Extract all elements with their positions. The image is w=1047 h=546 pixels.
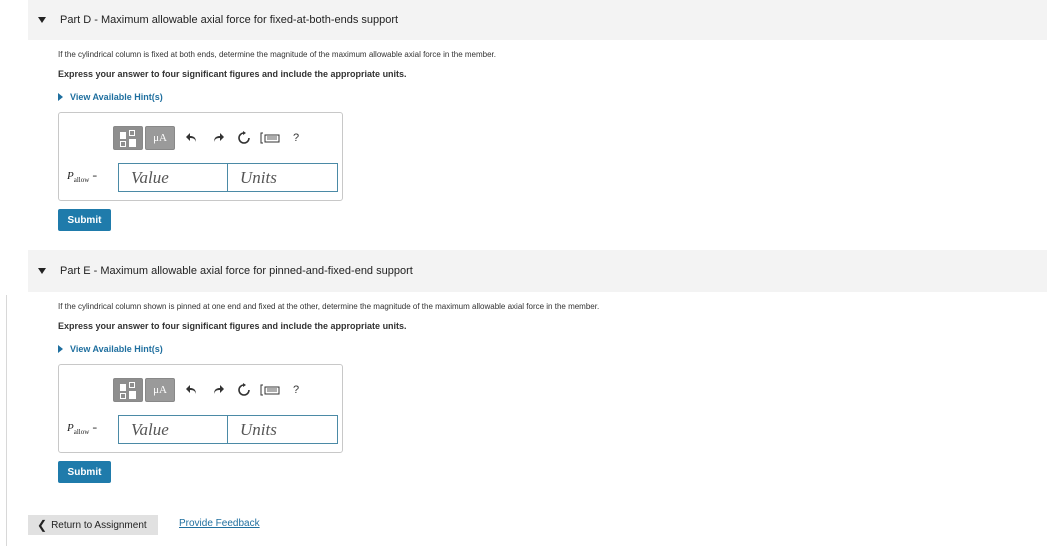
chevron-left-icon: ❮ xyxy=(37,518,48,532)
help-icon[interactable]: ? xyxy=(285,127,307,149)
return-to-assignment-button[interactable]: ❮ Return to Assignment xyxy=(28,515,158,535)
value-placeholder: Value xyxy=(131,167,169,187)
collapse-caret-icon[interactable] xyxy=(38,268,46,274)
part-d-header-bar[interactable]: Part D - Maximum allowable axial force f… xyxy=(28,0,1047,40)
part-d-title-text: Maximum allowable axial force for fixed-… xyxy=(100,14,399,26)
reset-icon[interactable] xyxy=(233,127,255,149)
part-d-units-input[interactable]: Units xyxy=(228,163,338,192)
units-placeholder: Units xyxy=(240,419,277,439)
part-e-label: Part E xyxy=(60,265,91,277)
keyboard-icon[interactable] xyxy=(259,127,281,149)
help-label: ? xyxy=(292,384,300,396)
variable-subscript: allow xyxy=(73,428,90,437)
part-d-title: Part D - Maximum allowable axial force f… xyxy=(60,14,399,26)
part-d-hint-label: View Available Hint(s) xyxy=(70,92,163,102)
mu-units-icon[interactable]: μA xyxy=(145,378,175,402)
part-e-instruction: Express your answer to four significant … xyxy=(58,321,407,331)
value-placeholder: Value xyxy=(131,419,169,439)
part-e-title-text: Maximum allowable axial force for pinned… xyxy=(100,265,413,277)
equals-sign: = xyxy=(92,172,98,182)
part-e-equation-row: Pallow = Value Units xyxy=(67,415,338,444)
part-d-value-input[interactable]: Value xyxy=(118,163,228,192)
part-e-answer-box: μA ? Pallow = Value Units xyxy=(58,364,343,453)
help-icon[interactable]: ? xyxy=(285,379,307,401)
part-e-value-input[interactable]: Value xyxy=(118,415,228,444)
part-e-units-input[interactable]: Units xyxy=(228,415,338,444)
part-d-hint-toggle[interactable]: View Available Hint(s) xyxy=(58,92,163,102)
part-e-submit-button[interactable]: Submit xyxy=(58,461,111,483)
part-e-math-toolbar: μA ? xyxy=(113,377,307,403)
variable-main: P xyxy=(67,422,74,435)
collapse-caret-icon[interactable] xyxy=(38,17,46,23)
mu-units-icon[interactable]: μA xyxy=(145,126,175,150)
part-d-submit-button[interactable]: Submit xyxy=(58,209,111,231)
part-d-answer-box: μA ? Pallow = Value Units xyxy=(58,112,343,201)
part-d-header[interactable]: Part D - Maximum allowable axial force f… xyxy=(28,0,1047,40)
mu-units-label: μA xyxy=(153,384,167,396)
undo-icon[interactable] xyxy=(181,379,203,401)
part-d-instruction: Express your answer to four significant … xyxy=(58,69,407,79)
part-e-header-bar[interactable]: Part E - Maximum allowable axial force f… xyxy=(28,250,1047,292)
expand-caret-icon xyxy=(58,345,63,353)
expand-caret-icon xyxy=(58,93,63,101)
part-d-math-toolbar: μA ? xyxy=(113,125,307,151)
part-d-equation-row: Pallow = Value Units xyxy=(67,163,338,192)
templates-icon[interactable] xyxy=(113,378,143,402)
provide-feedback-link[interactable]: Provide Feedback xyxy=(179,518,260,529)
mu-units-label: μA xyxy=(153,132,167,144)
part-e-variable-label: Pallow = xyxy=(67,422,112,436)
part-e-prompt: If the cylindrical column shown is pinne… xyxy=(58,302,600,311)
variable-subscript: allow xyxy=(73,176,90,185)
part-e-title: Part E - Maximum allowable axial force f… xyxy=(60,265,413,277)
templates-icon[interactable] xyxy=(113,126,143,150)
part-d-variable-label: Pallow = xyxy=(67,170,112,184)
units-placeholder: Units xyxy=(240,167,277,187)
variable-main: P xyxy=(67,170,74,183)
help-label: ? xyxy=(292,132,300,144)
equals-sign: = xyxy=(92,424,98,434)
keyboard-icon[interactable] xyxy=(259,379,281,401)
undo-icon[interactable] xyxy=(181,127,203,149)
reset-icon[interactable] xyxy=(233,379,255,401)
part-d-label: Part D xyxy=(60,14,92,26)
part-e-hint-label: View Available Hint(s) xyxy=(70,344,163,354)
redo-icon[interactable] xyxy=(207,379,229,401)
page-left-rule xyxy=(6,295,7,546)
part-e-header[interactable]: Part E - Maximum allowable axial force f… xyxy=(28,250,1047,292)
return-label: Return to Assignment xyxy=(51,519,147,531)
part-e-hint-toggle[interactable]: View Available Hint(s) xyxy=(58,344,163,354)
part-d-prompt: If the cylindrical column is fixed at bo… xyxy=(58,50,496,59)
redo-icon[interactable] xyxy=(207,127,229,149)
